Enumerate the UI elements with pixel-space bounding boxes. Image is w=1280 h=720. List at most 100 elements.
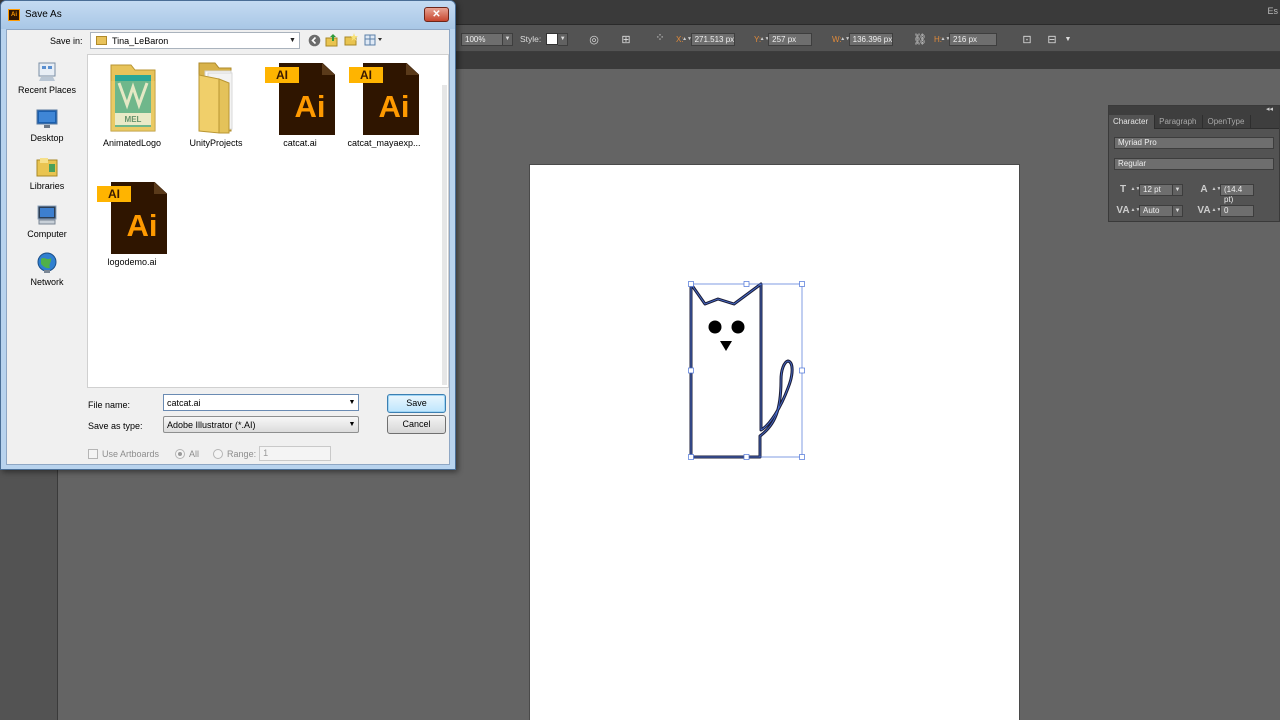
place-libraries[interactable]: Libraries bbox=[9, 156, 85, 191]
scrollbar[interactable] bbox=[442, 85, 447, 385]
up-folder-icon[interactable] bbox=[325, 33, 339, 47]
w-control[interactable]: W: ▲▼ 136.396 px bbox=[832, 32, 893, 46]
leading-field[interactable]: (14.4 pt) bbox=[1220, 183, 1254, 204]
file-item[interactable]: AI Ai catcat_mayaexp... bbox=[342, 63, 426, 148]
w-field[interactable]: 136.396 px bbox=[848, 32, 893, 46]
tracking-icon: VA bbox=[1197, 204, 1211, 216]
new-folder-icon[interactable] bbox=[344, 33, 358, 47]
save-as-type-select[interactable]: Adobe Illustrator (*.AI) ▼ bbox=[163, 416, 359, 433]
file-item[interactable]: AI Ai catcat.ai bbox=[258, 63, 342, 148]
font-family-field[interactable]: Myriad Pro bbox=[1114, 136, 1274, 149]
dialog-body: Save in: Tina_LeBaron ▼ Recent Places De… bbox=[6, 29, 450, 465]
character-panel: ◂◂ Character Paragraph OpenType Myriad P… bbox=[1108, 105, 1280, 222]
file-name-label: File name: bbox=[88, 400, 131, 410]
stepper-icon[interactable]: ▲▼ bbox=[941, 33, 951, 46]
cancel-button[interactable]: Cancel bbox=[387, 415, 446, 434]
tab-character[interactable]: Character bbox=[1109, 115, 1156, 129]
chevron-down-icon[interactable]: ▼ bbox=[1173, 183, 1183, 196]
chevron-down-icon[interactable]: ▼ bbox=[346, 399, 358, 406]
menubar-right-text[interactable]: Es bbox=[1267, 6, 1278, 16]
chevron-down-icon[interactable]: ▼ bbox=[346, 421, 358, 428]
close-button[interactable]: ✕ bbox=[424, 7, 449, 22]
cat-artwork[interactable] bbox=[680, 270, 820, 470]
place-desktop[interactable]: Desktop bbox=[9, 108, 85, 143]
stepper-icon[interactable]: ▲▼ bbox=[760, 33, 770, 46]
h-control[interactable]: H: ▲▼ 216 px bbox=[934, 32, 997, 46]
back-icon[interactable] bbox=[307, 33, 321, 47]
reference-point-icon[interactable]: ⁘ bbox=[652, 30, 668, 44]
stepper-icon[interactable]: ▲▼ bbox=[1131, 204, 1141, 217]
chevron-down-icon[interactable]: ▼ bbox=[1173, 204, 1183, 217]
ai-file-icon: AI Ai bbox=[265, 63, 335, 135]
align-icon[interactable]: ⊞ bbox=[618, 32, 634, 46]
leading-icon: A bbox=[1200, 183, 1208, 195]
use-artboards-checkbox[interactable] bbox=[88, 448, 98, 459]
save-in-label: Save in: bbox=[50, 36, 83, 46]
views-menu-icon[interactable] bbox=[364, 33, 384, 47]
all-radio[interactable] bbox=[175, 448, 186, 459]
zoom-field[interactable]: 100% bbox=[461, 32, 503, 46]
recolor-artwork-icon[interactable]: ◎ bbox=[586, 32, 602, 46]
network-icon bbox=[37, 252, 57, 273]
x-field[interactable]: 271.513 px bbox=[690, 32, 735, 46]
link-icon[interactable]: ⛓ bbox=[912, 32, 928, 46]
place-label: Recent Places bbox=[17, 85, 77, 95]
font-style-field[interactable]: Regular bbox=[1114, 157, 1274, 170]
chevron-down-icon[interactable]: ▼ bbox=[289, 37, 299, 44]
file-item[interactable]: AI Ai logodemo.ai bbox=[90, 182, 174, 267]
stepper-icon[interactable]: ▲▼ bbox=[1212, 183, 1222, 196]
kerning-tracking-row: VA ▲▼ Auto ▼ VA ▲▼ 0 bbox=[1114, 204, 1254, 217]
chevron-down-icon[interactable]: ▼ bbox=[558, 32, 569, 46]
kerning-icon: VA bbox=[1116, 204, 1130, 216]
chevron-down-icon[interactable]: ▼ bbox=[1060, 32, 1076, 46]
y-field[interactable]: 257 px bbox=[768, 32, 813, 46]
chevron-down-icon[interactable]: ▼ bbox=[503, 32, 513, 46]
ai-file-icon: AI Ai bbox=[97, 182, 167, 254]
tracking-field[interactable]: 0 bbox=[1220, 204, 1254, 217]
kerning-field[interactable]: Auto bbox=[1139, 204, 1173, 217]
font-family-row: Myriad Pro bbox=[1114, 136, 1274, 149]
range-radio[interactable] bbox=[213, 448, 224, 459]
illustrator-app-icon: Ai bbox=[8, 9, 20, 21]
file-name-value[interactable]: catcat.ai bbox=[164, 398, 346, 408]
dialog-title-bar[interactable]: Ai Save As ✕ bbox=[1, 1, 455, 29]
panel-collapse-bar[interactable]: ◂◂ bbox=[1109, 106, 1279, 115]
file-list-view[interactable]: MEL AnimatedLogo UnityProjects AI Ai cat… bbox=[87, 54, 449, 388]
save-as-dialog: Ai Save As ✕ Save in: Tina_LeBaron ▼ Rec… bbox=[0, 0, 456, 470]
save-in-dropdown[interactable]: Tina_LeBaron ▼ bbox=[90, 32, 300, 49]
isolate-icon[interactable]: ⊡ bbox=[1019, 32, 1035, 46]
range-label: Range: bbox=[227, 448, 257, 459]
file-item[interactable]: MEL AnimatedLogo bbox=[90, 61, 174, 148]
collapse-icon[interactable]: ◂◂ bbox=[1266, 105, 1273, 113]
libraries-icon bbox=[36, 158, 58, 177]
h-field[interactable]: 216 px bbox=[949, 32, 997, 46]
tab-paragraph[interactable]: Paragraph bbox=[1155, 115, 1204, 129]
tab-opentype[interactable]: OpenType bbox=[1203, 115, 1252, 129]
style-control[interactable]: Style: ▼ bbox=[520, 32, 569, 46]
style-swatch[interactable] bbox=[546, 33, 559, 45]
recent-places-icon bbox=[38, 62, 56, 81]
place-recent-places[interactable]: Recent Places bbox=[9, 60, 85, 95]
save-in-value: Tina_LeBaron bbox=[112, 35, 169, 46]
maya-folder-icon: MEL bbox=[101, 61, 163, 135]
place-network[interactable]: Network bbox=[9, 252, 85, 287]
panel-menu-icon[interactable]: ⊟ bbox=[1044, 32, 1060, 46]
stepper-icon[interactable]: ▲▼ bbox=[682, 33, 692, 46]
stepper-icon[interactable]: ▲▼ bbox=[840, 33, 850, 46]
range-input[interactable]: 1 bbox=[259, 446, 332, 461]
file-item[interactable]: UnityProjects bbox=[174, 61, 258, 148]
selection-bounding-box bbox=[690, 283, 803, 458]
zoom-control[interactable]: 100% ▼ bbox=[461, 32, 513, 46]
save-button[interactable]: Save bbox=[387, 394, 446, 413]
cat-nose bbox=[720, 341, 732, 351]
file-name-input[interactable]: catcat.ai ▼ bbox=[163, 394, 359, 411]
place-label: Computer bbox=[27, 229, 67, 239]
stepper-icon[interactable]: ▲▼ bbox=[1131, 183, 1141, 196]
x-control[interactable]: X: ▲▼ 271.513 px bbox=[676, 32, 735, 46]
font-size-field[interactable]: 12 pt bbox=[1139, 183, 1173, 196]
use-artboards-label: Use Artboards bbox=[102, 448, 160, 459]
file-name-label: logodemo.ai bbox=[107, 257, 157, 267]
place-computer[interactable]: Computer bbox=[9, 204, 85, 239]
y-control[interactable]: Y: ▲▼ 257 px bbox=[754, 32, 813, 46]
stepper-icon[interactable]: ▲▼ bbox=[1212, 204, 1222, 217]
